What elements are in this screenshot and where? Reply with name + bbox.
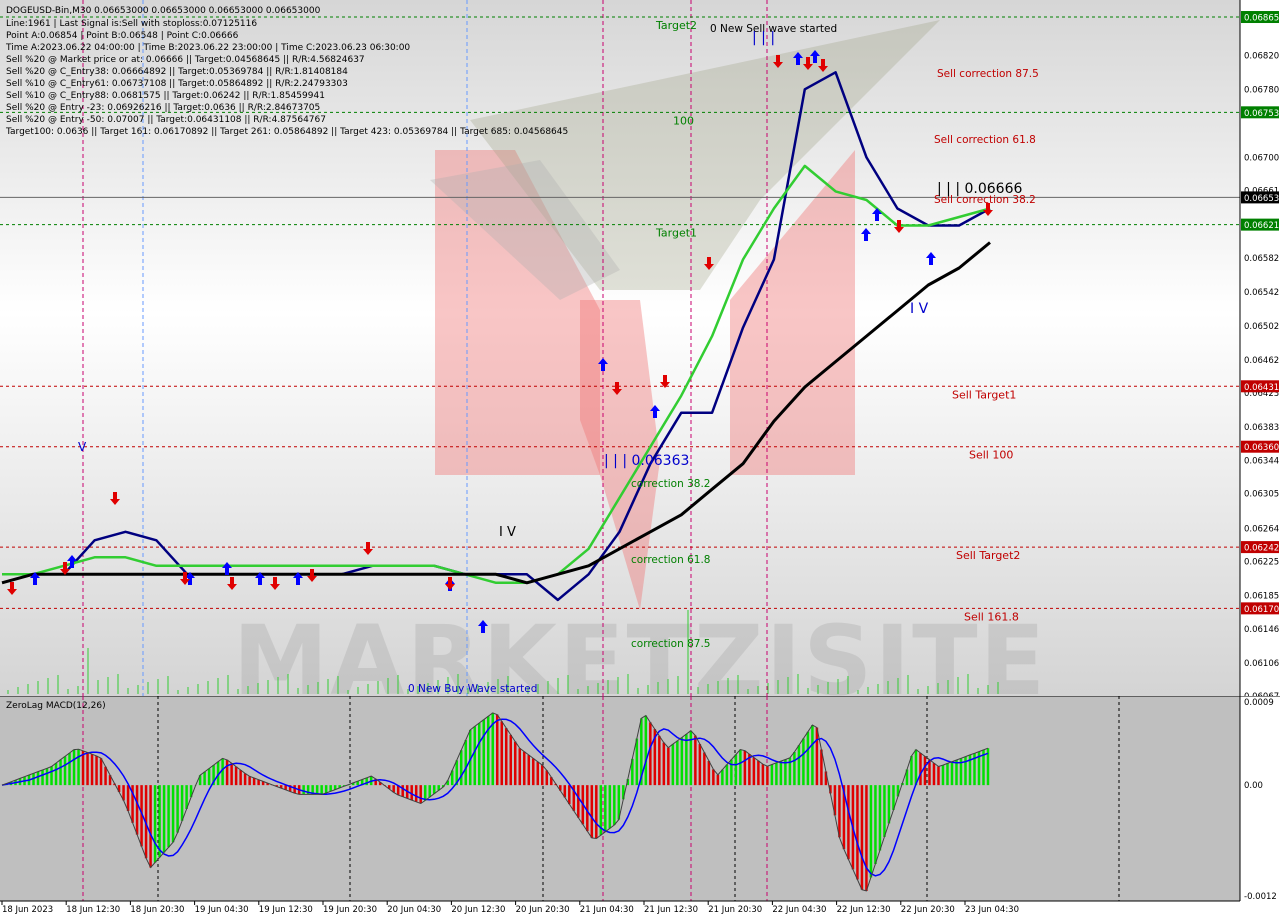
wave-mark-top: | | | — [752, 30, 775, 46]
info-line-6: Sell %10 @ C_Entry61: 0.06737108 || Targ… — [6, 79, 348, 89]
level-label-4: Sell 100 — [969, 449, 1013, 462]
price-tick-1: 0.06780 — [1244, 85, 1279, 95]
time-label-1: 18 Jun 12:30 — [66, 905, 120, 915]
price-tick-0: 0.06820 — [1244, 51, 1279, 61]
level-label-3: Sell Target1 — [952, 388, 1016, 401]
wave-mark-iv-low: I V — [499, 525, 516, 540]
price-tick-16: 0.06146 — [1244, 625, 1279, 635]
time-label-11: 21 Jun 20:30 — [708, 905, 762, 915]
time-axis[interactable]: 18 Jun 2023 18 Jun 12:30 18 Jun 20:30 19 Ju… — [0, 900, 1240, 915]
chart-window: MARKETZISITE Target2 100 Target1 Sell Targe… — [0, 0, 1280, 920]
time-label-10: 21 Jun 12:30 — [644, 905, 698, 915]
time-label-12: 22 Jun 04:30 — [772, 905, 826, 915]
time-label-3: 19 Jun 04:30 — [195, 905, 249, 915]
price-flag-4: 0.06431 — [1244, 383, 1279, 393]
price-flag-5: 0.06360 — [1244, 443, 1279, 453]
time-label-9: 21 Jun 04:30 — [580, 905, 634, 915]
correction-87-label: correction 87.5 — [631, 638, 710, 650]
price-flag-7: 0.06170 — [1244, 605, 1279, 615]
price-flag-6: 0.06242 — [1244, 544, 1279, 554]
price-flag-1: 0.06753 — [1244, 109, 1279, 119]
price-tick-17: 0.06106 — [1244, 659, 1279, 669]
macd-panel[interactable]: ZeroLag MACD(12,26) 0.0009 0.00 -0.0012 18… — [0, 696, 1280, 920]
price-tick-10: 0.06383 — [1244, 423, 1279, 433]
wave-mark-iv-right: I V — [910, 301, 929, 317]
level-label-1: 100 — [673, 114, 694, 127]
time-label-6: 20 Jun 04:30 — [387, 905, 441, 915]
price-tick-12: 0.06305 — [1244, 489, 1279, 499]
level-label-0: Target2 — [655, 19, 697, 32]
info-line-9: Sell %20 @ Entry -50: 0.07007 || Target:… — [6, 115, 326, 125]
price-tick-6: 0.06542 — [1244, 288, 1279, 298]
macd-tick-0: 0.0009 — [1244, 698, 1274, 708]
level-label-6: Sell 161.8 — [964, 610, 1019, 623]
info-line-4: Sell %20 @ Market price or at: 0.06666 |… — [6, 55, 365, 65]
price-tick-2: 0.06700 — [1244, 153, 1279, 163]
watermark-text: MARKETZISITE — [233, 605, 1047, 696]
symbol-line: DOGEUSD-Bin,M30 0.06653000 0.06653000 0.… — [6, 6, 321, 16]
macd-axis: 0.0009 0.00 -0.0012 — [1239, 696, 1277, 902]
price-flag-3: 0.06653 — [1244, 194, 1279, 204]
wave-mark-v: V — [78, 440, 87, 454]
price-flag-0: 0.06865 — [1244, 14, 1279, 24]
price-tick-8: 0.06462 — [1244, 356, 1279, 366]
info-line-5: Sell %20 @ C_Entry38: 0.06664892 || Targ… — [6, 67, 348, 77]
time-label-7: 20 Jun 12:30 — [451, 905, 505, 915]
info-line-7: Sell %10 @ C_Entry88: 0.0681575 || Targe… — [6, 91, 325, 101]
price-axis[interactable]: 0.068200.067800.067000.066610.066210.065… — [1239, 0, 1279, 696]
info-line-10: Target100: 0.0636 || Target 161: 0.06170… — [5, 127, 568, 137]
price-tick-11: 0.06344 — [1244, 456, 1279, 466]
info-line-8: Sell %20 @ Entry -23: 0.06926216 || Targ… — [6, 103, 320, 113]
correction-61-label: correction 61.8 — [631, 554, 710, 566]
time-label-15: 23 Jun 04:30 — [965, 905, 1019, 915]
price-chart[interactable]: MARKETZISITE Target2 100 Target1 Sell Targe… — [0, 0, 1280, 696]
info-line-3: Time A:2023.06.22 04:00:00 | Time B:2023… — [5, 43, 410, 53]
time-label-8: 20 Jun 20:30 — [516, 905, 570, 915]
macd-tick-1: 0.00 — [1244, 781, 1263, 791]
point-b-label: | | | 0.06363 — [604, 453, 689, 469]
time-label-13: 22 Jun 12:30 — [837, 905, 891, 915]
price-flag-2: 0.06621 — [1244, 221, 1279, 231]
sell-correction-61-label: Sell correction 61.8 — [934, 134, 1036, 146]
info-line-1: Line:1961 | Last Signal is:Sell with sto… — [6, 19, 257, 29]
time-label-2: 18 Jun 20:30 — [130, 905, 184, 915]
price-tick-13: 0.06264 — [1244, 524, 1279, 534]
buy-wave-label: 0 New Buy Wave started — [408, 683, 537, 695]
price-tick-14: 0.06225 — [1244, 558, 1279, 568]
level-label-2: Target1 — [655, 227, 697, 240]
sell-correction-87-label: Sell correction 87.5 — [937, 68, 1039, 80]
macd-tick-2: -0.0012 — [1244, 892, 1277, 902]
time-label-4: 19 Jun 12:30 — [259, 905, 313, 915]
correction-38-label: correction 38.2 — [631, 478, 710, 490]
time-label-0: 18 Jun 2023 — [2, 905, 53, 915]
point-c-label: | | | 0.06666 — [937, 181, 1022, 197]
price-tick-5: 0.06582 — [1244, 254, 1279, 264]
time-label-5: 19 Jun 20:30 — [323, 905, 377, 915]
macd-title: ZeroLag MACD(12,26) — [6, 701, 106, 711]
level-label-5: Sell Target2 — [956, 549, 1020, 562]
price-tick-7: 0.06502 — [1244, 322, 1279, 332]
time-label-14: 22 Jun 20:30 — [901, 905, 955, 915]
price-tick-15: 0.06185 — [1244, 592, 1279, 602]
info-line-2: Point A:0.06854 | Point B:0.06548 | Poin… — [6, 31, 239, 41]
